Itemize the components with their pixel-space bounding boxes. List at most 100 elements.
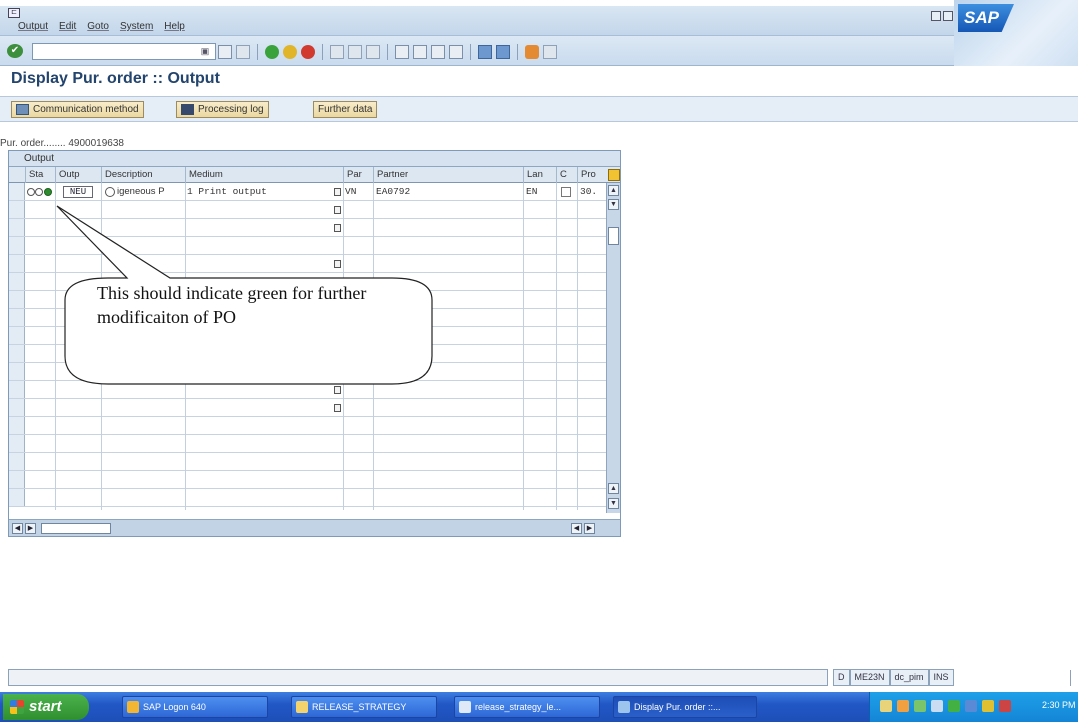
column-scroll-left-icon[interactable]: ◀: [571, 523, 582, 534]
table-row[interactable]: [9, 453, 606, 471]
medium-picker-icon[interactable]: [334, 206, 341, 214]
scroll-down-icon[interactable]: ▼: [608, 498, 619, 509]
table-caption: Output: [9, 151, 620, 167]
header-language[interactable]: Lan: [523, 167, 556, 183]
table-row[interactable]: [9, 417, 606, 435]
new-session-icon[interactable]: [478, 45, 492, 59]
header-processing-time[interactable]: Pro: [577, 167, 606, 183]
layout-menu-icon[interactable]: [543, 45, 557, 59]
processing-log-button[interactable]: Processing log: [176, 101, 269, 118]
medium-picker-icon[interactable]: [334, 260, 341, 268]
header-medium[interactable]: Medium: [185, 167, 343, 183]
horizontal-scroll-thumb[interactable]: [41, 523, 111, 534]
table-row[interactable]: [9, 237, 606, 255]
header-change[interactable]: C: [556, 167, 577, 183]
horizontal-scrollbar[interactable]: ◀ ▶ ◀ ▶: [9, 519, 620, 536]
status-system-indicator[interactable]: D: [833, 669, 850, 686]
tray-icon-3[interactable]: [914, 700, 926, 712]
status-input-mode[interactable]: INS: [928, 669, 954, 686]
table-row[interactable]: [9, 399, 606, 417]
menu-system[interactable]: System: [120, 21, 153, 32]
change-checkbox[interactable]: [561, 187, 571, 197]
back-arrow-icon[interactable]: [218, 45, 232, 59]
shortcut-icon[interactable]: [496, 45, 510, 59]
tray-icon-8[interactable]: [999, 700, 1011, 712]
scroll-page-up-icon[interactable]: ▼: [608, 199, 619, 210]
scroll-page-down-icon[interactable]: ▲: [608, 483, 619, 494]
tray-icon-2[interactable]: [897, 700, 909, 712]
previous-page-icon[interactable]: [413, 45, 427, 59]
table-row[interactable]: [9, 435, 606, 453]
table-row[interactable]: [9, 489, 606, 507]
print-icon[interactable]: [330, 45, 344, 59]
first-page-icon[interactable]: [395, 45, 409, 59]
table-row[interactable]: [9, 255, 606, 273]
table-row[interactable]: [9, 381, 606, 399]
output-type-field[interactable]: NEU: [63, 186, 93, 198]
minimize-icon[interactable]: [931, 11, 941, 21]
output-detail-icon[interactable]: [105, 187, 115, 197]
table-row[interactable]: [9, 183, 606, 201]
tray-icon-7[interactable]: [982, 700, 994, 712]
further-data-button[interactable]: Further data: [313, 101, 378, 118]
table-row[interactable]: [9, 327, 606, 345]
scroll-left-icon[interactable]: ◀: [12, 523, 23, 534]
table-settings-icon[interactable]: [608, 169, 620, 181]
save-icon[interactable]: [236, 45, 250, 59]
scroll-thumb[interactable]: [608, 227, 619, 245]
header-partner[interactable]: Partner: [373, 167, 523, 183]
command-history-icon[interactable]: ▣: [198, 43, 212, 60]
resize-grip-icon[interactable]: [1055, 670, 1071, 686]
enter-check-icon[interactable]: ✔: [7, 44, 23, 58]
cancel-icon[interactable]: [301, 45, 315, 59]
header-description[interactable]: Description: [101, 167, 185, 183]
scroll-right-icon[interactable]: ▶: [25, 523, 36, 534]
task-display-purchase-order[interactable]: Display Pur. order ::...: [613, 696, 757, 718]
medium-picker-icon[interactable]: [334, 332, 341, 340]
table-row[interactable]: [9, 219, 606, 237]
find-icon[interactable]: [348, 45, 362, 59]
start-button[interactable]: start: [3, 694, 89, 720]
last-page-icon[interactable]: [449, 45, 463, 59]
help-icon[interactable]: [525, 45, 539, 59]
header-output-type[interactable]: Outp: [55, 167, 101, 183]
back-icon[interactable]: [265, 45, 279, 59]
medium-picker-icon[interactable]: [334, 404, 341, 412]
window-menu-icon[interactable]: ⊏: [8, 8, 20, 18]
medium-picker-icon[interactable]: [334, 368, 341, 376]
callout-text: This should indicate green for further m…: [97, 283, 367, 327]
scroll-up-icon[interactable]: ▲: [608, 185, 619, 196]
find-next-icon[interactable]: [366, 45, 380, 59]
header-status[interactable]: Sta: [25, 167, 55, 183]
task-label-release-strategy: RELEASE_STRATEGY: [312, 702, 407, 712]
medium-picker-icon[interactable]: [334, 350, 341, 358]
vertical-scrollbar[interactable]: ▲ ▼ ▲ ▼: [606, 183, 620, 513]
medium-picker-icon[interactable]: [334, 386, 341, 394]
tray-icon-6[interactable]: [965, 700, 977, 712]
header-partner-function[interactable]: Par: [343, 167, 373, 183]
medium-picker-icon[interactable]: [334, 224, 341, 232]
next-page-icon[interactable]: [431, 45, 445, 59]
menu-goto[interactable]: Goto: [87, 21, 109, 32]
table-row[interactable]: [9, 471, 606, 489]
communication-method-button[interactable]: Communication method: [11, 101, 144, 118]
exit-icon[interactable]: [283, 45, 297, 59]
table-row[interactable]: [9, 201, 606, 219]
network-icon[interactable]: [948, 700, 960, 712]
column-scroll-right-icon[interactable]: ▶: [584, 523, 595, 534]
tray-icon-4[interactable]: [931, 700, 943, 712]
table-row[interactable]: [9, 345, 606, 363]
task-label-sap-logon: SAP Logon 640: [143, 702, 206, 712]
task-release-strategy-doc[interactable]: release_strategy_le...: [454, 696, 600, 718]
task-release-strategy-folder[interactable]: RELEASE_STRATEGY: [291, 696, 437, 718]
menu-output[interactable]: Output: [18, 21, 48, 32]
tray-icon-1[interactable]: [880, 700, 892, 712]
table-row[interactable]: [9, 363, 606, 381]
menu-edit[interactable]: Edit: [59, 21, 76, 32]
medium-picker-icon[interactable]: [334, 188, 341, 196]
task-sap-logon[interactable]: SAP Logon 640: [122, 696, 268, 718]
table-header: Sta Outp Description Medium Par Partner …: [9, 167, 620, 183]
menu-help[interactable]: Help: [164, 21, 185, 32]
maximize-icon[interactable]: [943, 11, 953, 21]
command-field[interactable]: [32, 43, 216, 60]
